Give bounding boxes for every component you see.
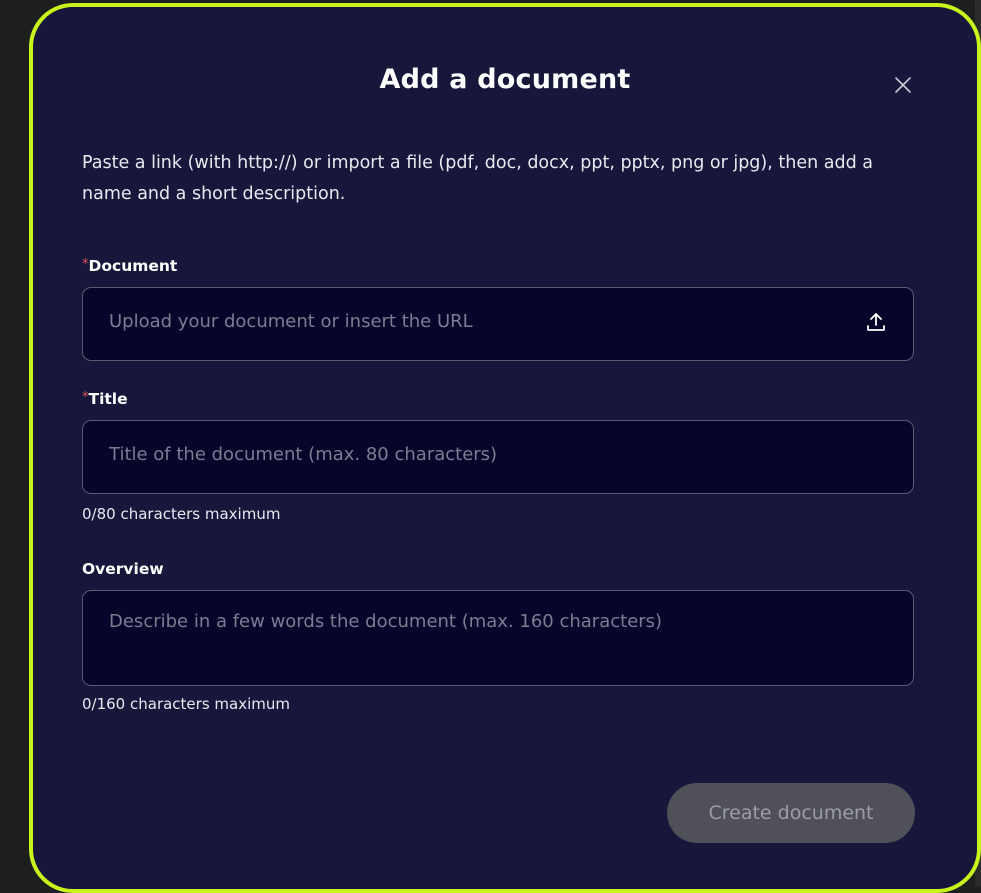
create-document-button[interactable]: Create document	[667, 783, 915, 843]
close-icon[interactable]	[891, 73, 915, 97]
title-label: *Title	[82, 390, 128, 408]
overview-char-counter: 0/160 characters maximum	[82, 695, 290, 713]
upload-icon[interactable]	[865, 310, 887, 334]
document-input[interactable]: Upload your document or insert the URL	[82, 287, 914, 361]
title-label-text: Title	[88, 390, 128, 408]
modal-description: Paste a link (with http://) or import a …	[82, 153, 873, 204]
title-input[interactable]: Title of the document (max. 80 character…	[82, 420, 914, 494]
title-input-placeholder: Title of the document (max. 80 character…	[109, 444, 498, 465]
overview-textarea-placeholder: Describe in a few words the document (ma…	[109, 611, 663, 632]
add-document-modal: Add a document Paste a link (with http:/…	[29, 3, 981, 893]
overview-label-text: Overview	[82, 560, 164, 578]
modal-title: Add a document	[379, 64, 631, 95]
document-label: *Document	[82, 257, 177, 275]
document-label-text: Document	[88, 257, 178, 275]
overview-label: Overview	[82, 560, 164, 578]
title-char-counter: 0/80 characters maximum	[82, 505, 281, 523]
overview-textarea[interactable]: Describe in a few words the document (ma…	[82, 590, 914, 686]
document-input-placeholder: Upload your document or insert the URL	[109, 311, 473, 332]
